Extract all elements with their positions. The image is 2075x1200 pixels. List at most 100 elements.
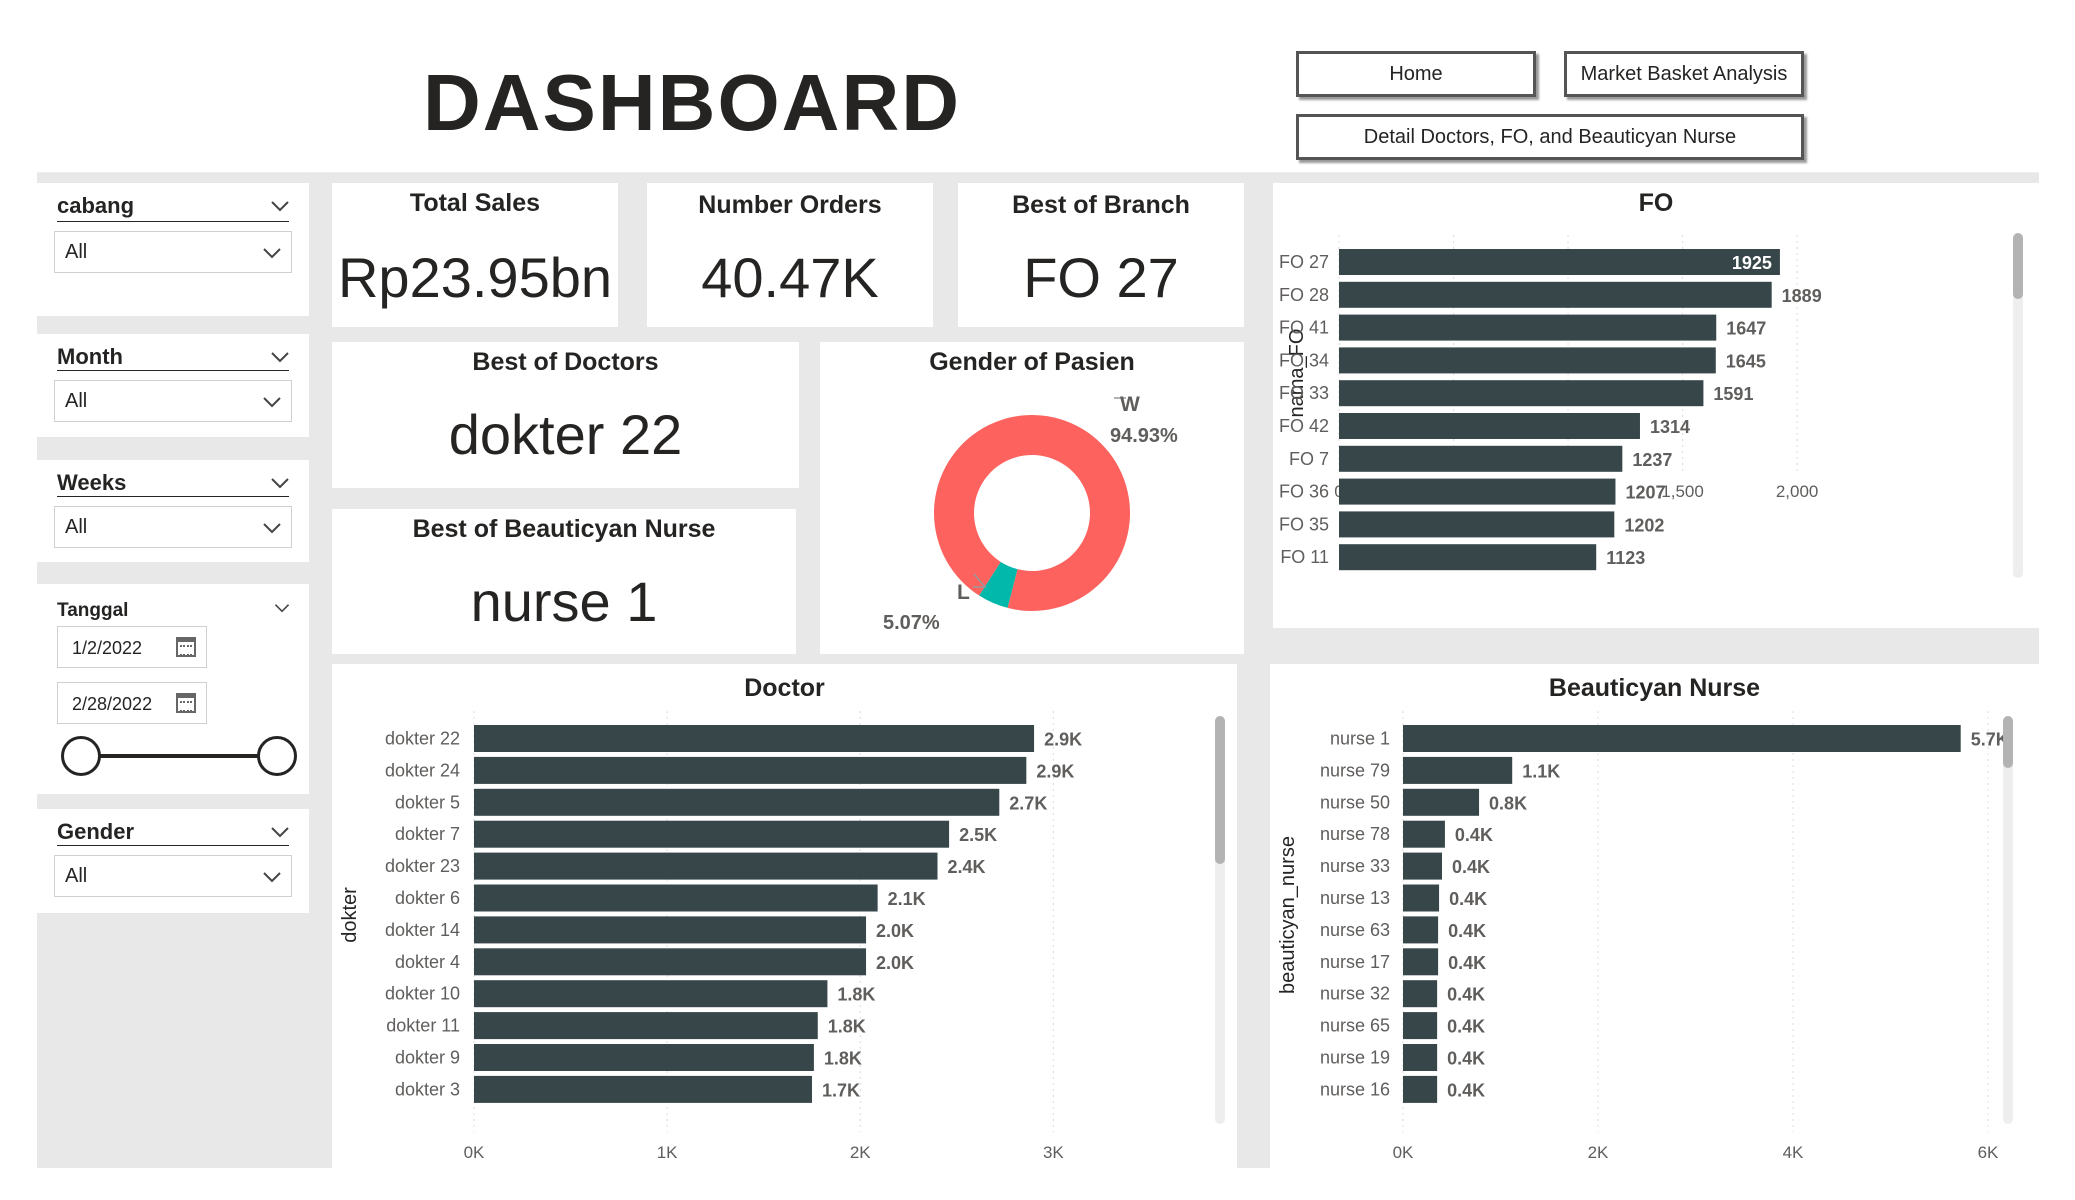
slice-label-w: W [1120,393,1140,416]
bar[interactable] [474,756,1027,784]
category-label: FO 28 [1279,285,1329,305]
bar[interactable] [474,980,828,1008]
kpi-best-branch: Best of Branch FO 27 [958,183,1244,327]
data-label: 1314 [1650,417,1690,437]
bar[interactable] [1403,725,1961,752]
x-tick-label: 0K [1393,1143,1414,1162]
x-tick-label: 1K [657,1143,678,1162]
scrollbar-thumb[interactable] [1215,716,1225,864]
end-date-input[interactable]: 2/28/2022 [57,682,207,724]
scrollbar[interactable] [2013,233,2023,578]
chevron-down-icon[interactable] [269,476,291,490]
category-label: dokter 4 [395,952,460,972]
bar[interactable] [474,788,1000,816]
start-date-input[interactable]: 1/2/2022 [57,626,207,668]
chevron-down-icon[interactable] [269,199,291,213]
weeks-dropdown[interactable]: All [54,506,292,548]
bar[interactable] [1339,249,1780,275]
slicer-cabang: cabang All [37,183,309,316]
range-end-handle[interactable] [257,736,297,776]
nurse-chart-card: Beauticyan Nurse 0K 2K 4K 6K beauticyan_nurs… [1270,664,2039,1168]
category-label: FO 33 [1279,383,1329,403]
bar[interactable] [1403,756,1513,784]
calendar-icon[interactable] [176,693,196,713]
bar[interactable] [1339,380,1704,407]
bar[interactable] [1403,788,1480,816]
scrollbar[interactable] [1215,716,1225,1124]
cabang-dropdown[interactable]: All [54,231,292,273]
category-label: nurse 1 [1330,729,1390,749]
market-basket-button[interactable]: Market Basket Analysis [1564,51,1804,97]
bar[interactable] [474,916,867,944]
data-label: 1237 [1632,450,1672,470]
divider [57,845,289,846]
data-label: 0.4K [1447,985,1485,1005]
bar[interactable] [1339,445,1623,472]
calendar-icon[interactable] [176,637,196,657]
bar[interactable] [1403,980,1438,1008]
bar[interactable] [474,884,878,912]
x-tick-label: 6K [1978,1143,1999,1162]
scrollbar-thumb[interactable] [2013,233,2023,299]
bar[interactable] [1339,478,1616,505]
kpi-title: Best of Beauticyan Nurse [412,515,716,543]
bar[interactable] [474,948,867,976]
bar[interactable] [1403,1075,1438,1103]
slicer-title: Gender [57,819,135,844]
gender-dropdown[interactable]: All [54,855,292,897]
chevron-down-icon[interactable] [269,350,291,364]
bar[interactable] [474,852,938,880]
bar[interactable] [474,1012,818,1040]
category-label: FO 7 [1289,449,1329,469]
slicer-title: Weeks [57,470,127,495]
bar[interactable] [1403,1012,1438,1040]
chevron-down-icon[interactable] [273,602,291,614]
chevron-down-icon[interactable] [269,825,291,839]
category-label: FO 11 [1280,547,1329,567]
slicer-gender: Gender All [37,809,309,913]
bar[interactable] [1339,347,1716,374]
slice-value-l: 5.07% [883,612,940,634]
home-button[interactable]: Home [1296,51,1536,97]
category-label: nurse 78 [1320,824,1390,844]
bar[interactable] [1403,1044,1438,1071]
category-label: FO 35 [1279,514,1329,534]
bar[interactable] [1403,820,1445,848]
bar[interactable] [1339,281,1772,308]
dropdown-value: All [65,865,88,887]
range-start-handle[interactable] [61,736,101,776]
data-label: 1591 [1713,384,1753,404]
category-label: dokter 24 [385,760,460,780]
data-label: 0.4K [1448,953,1486,973]
category-label: dokter 14 [385,920,460,940]
chevron-down-icon [263,872,281,883]
slicer-month: Month All [37,334,309,437]
bar[interactable] [1403,852,1442,880]
data-label: 0.4K [1455,825,1493,845]
data-label: 1.7K [822,1080,860,1100]
bar[interactable] [1403,884,1440,912]
bar[interactable] [1403,916,1439,944]
category-label: dokter 7 [395,824,460,844]
data-label: 0.4K [1452,857,1490,877]
data-label: 1.8K [824,1049,862,1069]
category-label: nurse 17 [1320,952,1390,972]
category-label: nurse 32 [1320,984,1390,1004]
kpi-best-nurse: Best of Beauticyan Nurse nurse 1 [332,509,796,654]
bar[interactable] [1339,314,1717,341]
bar[interactable] [474,725,1035,752]
end-date-value: 2/28/2022 [72,694,153,714]
dropdown-value: All [65,390,88,412]
bar[interactable] [474,1044,814,1071]
y-axis-title: beauticyan_nurse [1277,836,1299,994]
bar[interactable] [1403,948,1439,976]
detail-button[interactable]: Detail Doctors, FO, and Beauticyan Nurse [1296,114,1804,160]
bar[interactable] [1339,544,1597,571]
bar[interactable] [1339,413,1640,439]
scrollbar[interactable] [2003,716,2013,1124]
bar[interactable] [1339,511,1615,538]
scrollbar-thumb[interactable] [2003,716,2013,768]
bar[interactable] [474,820,950,848]
bar[interactable] [474,1075,812,1103]
month-dropdown[interactable]: All [54,380,292,422]
